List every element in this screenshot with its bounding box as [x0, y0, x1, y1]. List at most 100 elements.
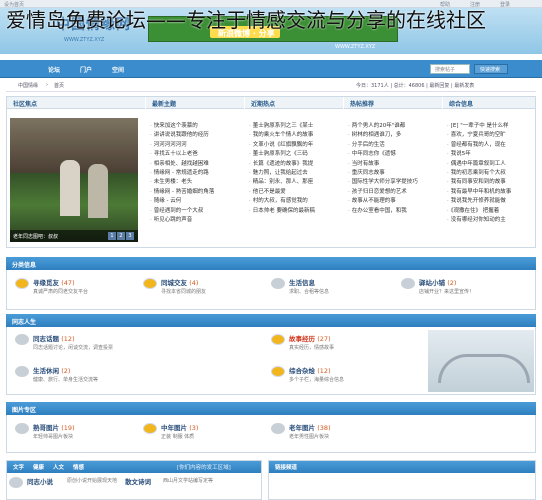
topic-link[interactable]: 精品：别永、那人、那座: [249, 177, 341, 186]
nav-forum[interactable]: 论坛: [48, 65, 60, 74]
forum-entry[interactable]: 综合杂烩 (12) 多个子栏，海量综合信息: [269, 363, 394, 393]
forum-entry[interactable]: 老年图片 (38) 老年男性图片板块: [269, 420, 394, 450]
forum-title[interactable]: 同城交友: [161, 279, 187, 287]
topic-link[interactable]: 偶遇中年篇章叙到工人: [447, 159, 535, 168]
topic-link[interactable]: 情缘网 - 熟苦婚姻的角落: [150, 187, 242, 196]
crumb-home[interactable]: 中国情缘: [18, 82, 38, 89]
forum-title[interactable]: 寻缘觅友: [33, 279, 59, 287]
forum-entry[interactable]: 同城交友 (4) 寻找本省同城的朋友: [141, 275, 266, 305]
register-link[interactable]: 注册: [470, 1, 480, 8]
forum-name[interactable]: 同志话题 (12): [33, 333, 75, 343]
forum-name[interactable]: 寻缘觅友 (47): [33, 277, 75, 287]
topic-link[interactable]: 情缘网 - 常规遗走的路: [150, 168, 242, 177]
forum-entry[interactable]: 熟哥图片 (19) 年轻帅哥图片板块: [13, 420, 138, 450]
topic-link[interactable]: 寻找五十以上老爸: [150, 149, 242, 158]
forum-title[interactable]: 熟哥图片: [33, 424, 59, 432]
topic-link[interactable]: 曾经都有我的人，现在: [447, 140, 535, 149]
forum-prose[interactable]: 散文诗词 西山月文学站编写定等: [125, 474, 250, 500]
forum-entry[interactable]: 生活休闲 (2) 健康、旅行、单身生活交流等: [13, 363, 138, 393]
forum-desc: 老年男性图片板块: [289, 434, 330, 440]
topic-link[interactable]: 河河河河河河: [150, 140, 242, 149]
login-link[interactable]: 登录: [500, 1, 510, 8]
forum-name[interactable]: 驿站小铺 (2): [419, 277, 456, 287]
topic-link[interactable]: 没有哪经对你知动的主: [447, 215, 535, 224]
topic-link[interactable]: 讲讲说说我跟他的经历: [150, 130, 242, 139]
topic-link[interactable]: [E] "一辈子中 是什么样: [447, 121, 535, 130]
forum-count: (12): [317, 367, 331, 375]
photo-page-1[interactable]: 1: [108, 232, 116, 240]
forum-name[interactable]: 生活信息: [289, 277, 315, 287]
topic-link[interactable]: 我有同事安和到的故事: [447, 177, 535, 186]
topic-link[interactable]: 我说我先开修养就能做: [447, 196, 535, 205]
topic-link[interactable]: 重庆同志故事: [348, 168, 440, 177]
topic-link[interactable]: 故事从不能理的事: [348, 196, 440, 205]
focus-photo[interactable]: 老年同志图吧：叔叔 123: [10, 118, 138, 242]
forum-name[interactable]: 同城交友 (4): [161, 277, 198, 287]
forum-entry[interactable]: 驿站小铺 (2) 店铺开业？来这里宣传！: [399, 275, 524, 305]
forum-title[interactable]: 中年图片: [161, 424, 187, 432]
topic-link[interactable]: 魅力照，让我给起过去: [249, 168, 341, 177]
topic-link[interactable]: 未生男楼：老头: [150, 177, 242, 186]
nav-portal[interactable]: 门户: [80, 65, 92, 74]
topic-link[interactable]: 日本帅老 要确保的最新稿: [249, 206, 341, 215]
forum-title[interactable]: 驿站小铺: [419, 279, 445, 287]
forum-title[interactable]: 生活休闲: [33, 367, 59, 375]
photo-page-3[interactable]: 3: [126, 232, 134, 240]
topic-link[interactable]: 相亲相处、越找越困难: [150, 159, 242, 168]
forum-entry[interactable]: 生活信息 求职、合租等信息: [269, 275, 394, 305]
ad-url: WWW.ZTYZ.XYZ: [335, 44, 376, 50]
topic-link[interactable]: 听见心跳的声音: [150, 215, 242, 224]
search-input[interactable]: 搜索帖子: [430, 64, 470, 74]
photo-page-2[interactable]: 2: [117, 232, 125, 240]
forum-name[interactable]: 中年图片 (3): [161, 422, 198, 432]
forum-title[interactable]: 故事经历: [289, 335, 315, 343]
topic-link[interactable]: 两个男人的20年"谁都: [348, 121, 440, 130]
forum-novel[interactable]: 同志小说 原创小说开始展现天地: [7, 474, 132, 500]
forum-title[interactable]: 同志话题: [33, 335, 59, 343]
topic-link[interactable]: 树林的相遇谁刀，多: [348, 130, 440, 139]
forum-title[interactable]: 综合杂烩: [289, 367, 315, 375]
topic-link[interactable]: 我的乘火车个情人的故事: [249, 130, 341, 139]
topic-link[interactable]: 我的初恋乘到有个大叔: [447, 168, 535, 177]
forum-name[interactable]: 熟哥图片 (19): [33, 422, 75, 432]
forum-name[interactable]: 生活休闲 (2): [33, 365, 70, 375]
section-bar-classified[interactable]: 分类信息: [6, 257, 536, 270]
topic-link[interactable]: 董士驹原系列之三《某士: [249, 121, 341, 130]
forum-title[interactable]: 生活信息: [289, 279, 315, 287]
topic-link[interactable]: 文革小说《红旗飘飘的年: [249, 140, 341, 149]
topic-link[interactable]: 村的大叔，有感觉我的: [249, 196, 341, 205]
topic-link[interactable]: 国际性学大师分享学提技巧: [348, 177, 440, 186]
topic-link[interactable]: 孩子归日恋爱想的艺术: [348, 187, 440, 196]
forum-name[interactable]: 综合杂烩 (12): [289, 365, 331, 375]
topic-link[interactable]: 我有最早中年和机的故事: [447, 187, 535, 196]
forum-name[interactable]: 老年图片 (38): [289, 422, 331, 432]
search-button[interactable]: 快速搜索: [474, 64, 508, 74]
topic-link[interactable]: 分手后的生活: [348, 140, 440, 149]
section-bar-life[interactable]: 同志人生: [6, 314, 536, 327]
topic-link[interactable]: 曾经遇到的一个大叔: [150, 206, 242, 215]
topic-link[interactable]: 董士驹原系列之《三码: [249, 149, 341, 158]
topic-link[interactable]: 《观撒在住》 把握着: [447, 206, 535, 215]
forum-name[interactable]: 故事经历 (27): [289, 333, 331, 343]
forum-entry[interactable]: 中年图片 (3) 正装 制服 体质: [141, 420, 266, 450]
help-link[interactable]: 帮助: [440, 1, 450, 8]
section-bar-photos[interactable]: 图片专区: [6, 402, 536, 415]
nav-space[interactable]: 空间: [112, 65, 124, 74]
topic-link[interactable]: 在办公室看中国，和我: [348, 206, 440, 215]
forum-entry[interactable]: 故事经历 (27) 真实经历，情感故事: [269, 331, 394, 361]
literature-head: 文字 健康 人文 情感 [你们内容的发工区域]: [7, 461, 261, 473]
topic-link[interactable]: 我说5年: [447, 149, 535, 158]
topic-link[interactable]: 长篇《遗迹的故事》我提: [249, 159, 341, 168]
topic-link[interactable]: 随缘 - 云何: [150, 196, 242, 205]
topic-link[interactable]: 快来加这个羡慕的: [150, 121, 242, 130]
topic-link[interactable]: 中年同志你《遗憾: [348, 149, 440, 158]
forum-title[interactable]: 老年图片: [289, 424, 315, 432]
crumb-page[interactable]: 首页: [54, 82, 64, 89]
set-home-link[interactable]: 设为首页: [4, 1, 24, 8]
site-stats: 今日：3171人 | 总计：46806 | 最新回复 | 最新发表: [356, 83, 475, 89]
forum-entry[interactable]: 同志话题 (12) 同志话题讨论，闲谈交流，调查投票: [13, 331, 138, 361]
topic-link[interactable]: 当时有故事: [348, 159, 440, 168]
forum-entry[interactable]: 寻缘觅友 (47) 真诚严肃的同老交友平台: [13, 275, 138, 305]
topic-link[interactable]: 他已不是最爱: [249, 187, 341, 196]
topic-link[interactable]: 喜欢，宁夏兵哥的空旷: [447, 130, 535, 139]
